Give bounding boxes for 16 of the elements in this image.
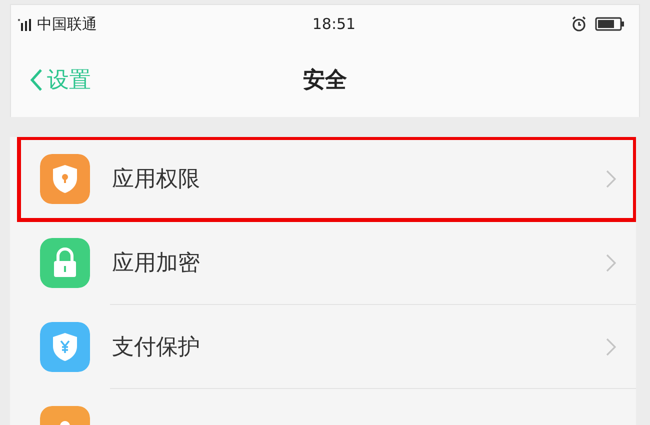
alarm-clock-icon (570, 16, 587, 32)
row-label: 应用权限 (112, 166, 200, 194)
page-title: 安全 (303, 66, 347, 94)
battery-icon (594, 17, 625, 31)
signal-icon (17, 17, 33, 31)
chevron-icon (606, 170, 616, 188)
carrier-name: 中国联通 (37, 14, 97, 35)
row-label: 应用加密 (112, 250, 200, 278)
row-label: 支付保护 (112, 334, 200, 362)
settings-row[interactable]: 支付保护 (10, 305, 636, 389)
settings-row[interactable]: 应用权限 (18, 137, 636, 221)
clock-time: 18:51 (312, 14, 356, 35)
chevron-icon (606, 338, 616, 356)
settings-row[interactable]: 应用加密 (10, 221, 636, 305)
back-chevron-icon (29, 68, 43, 92)
chevron-icon (606, 254, 616, 272)
